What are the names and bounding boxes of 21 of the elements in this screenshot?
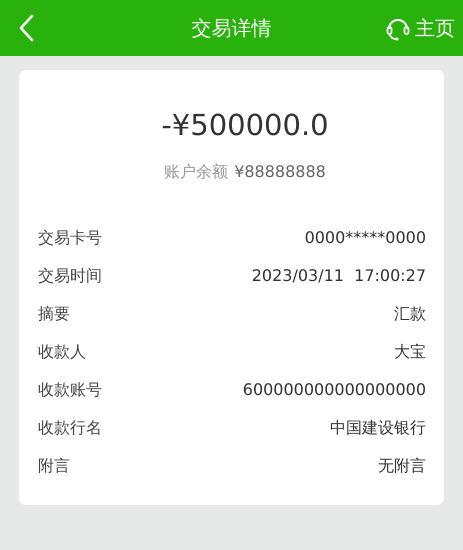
balance-label: 账户余额 xyxy=(164,162,228,183)
home-button[interactable]: 主页 xyxy=(385,14,455,42)
back-button[interactable] xyxy=(18,14,34,42)
detail-value: 大宝 xyxy=(394,341,426,363)
detail-label: 摘要 xyxy=(38,303,70,325)
detail-value: 汇款 xyxy=(394,303,426,325)
back-icon xyxy=(18,14,34,42)
detail-value: 600000000000000000 xyxy=(242,379,426,401)
detail-label: 附言 xyxy=(38,455,70,477)
amount-text: -¥500000.0 xyxy=(160,108,330,142)
detail-label: 交易时间 xyxy=(38,265,102,287)
detail-value: 2023/03/11 17:00:27 xyxy=(252,265,426,287)
detail-value: 无附言 xyxy=(378,455,426,477)
detail-label: 收款行名 xyxy=(38,417,102,439)
detail-label: 交易卡号 xyxy=(38,227,102,249)
balance-value: ¥88888888 xyxy=(234,162,326,183)
detail-value: 中国建设银行 xyxy=(330,417,426,439)
detail-label: 收款账号 xyxy=(38,379,102,401)
detail-value: 0000*****0000 xyxy=(304,227,426,249)
detail-label: 收款人 xyxy=(38,341,86,363)
page-title: 交易详情 xyxy=(192,14,272,42)
